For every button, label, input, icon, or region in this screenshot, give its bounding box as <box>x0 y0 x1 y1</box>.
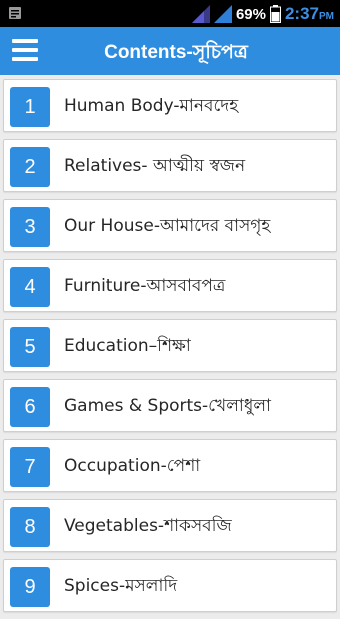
item-label: Relatives- আত্মীয় স্বজন <box>64 155 246 176</box>
item-label: Our House-আমাদের বাসগৃহ <box>64 215 271 236</box>
signal-icon <box>213 5 232 23</box>
item-number-badge: 7 <box>10 447 50 487</box>
item-label: Vegetables-শাকসবজি <box>64 515 232 536</box>
list-item[interactable]: 6 Games & Sports-খেলাধুলা <box>3 379 337 432</box>
contents-list: 1 Human Body-মানবদেহ 2 Relatives- আত্মীয় স… <box>3 79 337 619</box>
clock-ampm: PM <box>319 11 334 22</box>
item-number-badge: 8 <box>10 507 50 547</box>
list-item[interactable]: 8 Vegetables-শাকসবজি <box>3 499 337 552</box>
list-item[interactable]: 2 Relatives- আত্মীয় স্বজন <box>3 139 337 192</box>
item-number-badge: 2 <box>10 147 50 187</box>
app-bar: Contents-সূচিপত্র <box>0 27 340 75</box>
list-item[interactable]: 3 Our House-আমাদের বাসগৃহ <box>3 199 337 252</box>
item-label: Games & Sports-খেলাধুলা <box>64 395 271 416</box>
clock: 2:37PM <box>285 4 334 24</box>
notification-icon <box>9 7 21 19</box>
item-number-badge: 4 <box>10 267 50 307</box>
page-title: Contents-সূচিপত্র <box>104 42 248 63</box>
item-label: Occupation-পেশা <box>64 455 201 476</box>
item-label: Education–শিক্ষা <box>64 335 191 356</box>
list-item[interactable]: 5 Education–শিক্ষা <box>3 319 337 372</box>
battery-icon <box>269 5 281 23</box>
item-number-badge: 9 <box>10 567 50 607</box>
list-item[interactable]: 7 Occupation-পেশা <box>3 439 337 492</box>
list-item[interactable]: 4 Furniture-আসবাবপত্র <box>3 259 337 312</box>
item-number-badge: 6 <box>10 387 50 427</box>
item-label: Furniture-আসবাবপত্র <box>64 275 226 296</box>
status-bar: 69% 2:37PM <box>0 0 340 27</box>
item-label: Spices-মসলাদি <box>64 575 178 596</box>
battery-percent: 69% <box>235 5 266 23</box>
list-item[interactable]: 1 Human Body-মানবদেহ <box>3 79 337 132</box>
clock-time: 2:37 <box>284 4 319 23</box>
item-number-badge: 3 <box>10 207 50 247</box>
item-number-badge: 5 <box>10 327 50 367</box>
item-number-badge: 1 <box>10 87 50 127</box>
item-label: Human Body-মানবদেহ <box>64 95 239 116</box>
list-item[interactable]: 9 Spices-মসলাদি <box>3 559 337 612</box>
signal-icon <box>191 5 210 23</box>
